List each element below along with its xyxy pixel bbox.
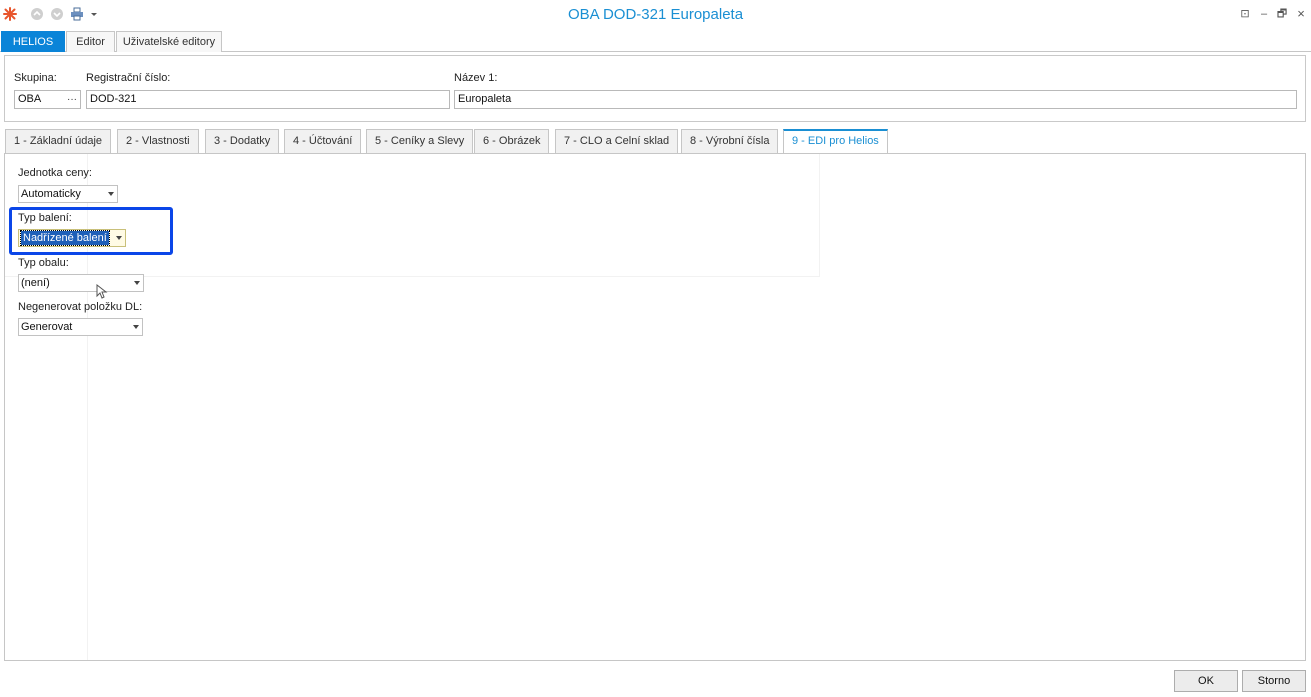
typ-obalu-value: (není)	[21, 277, 50, 289]
maximize-button[interactable]: 🗗	[1273, 6, 1291, 22]
tab-content-panel	[4, 153, 1306, 661]
chevron-down-icon[interactable]	[108, 192, 114, 196]
registracni-cislo-field[interactable]: DOD-321	[86, 90, 450, 109]
header-panel: Skupina: Registrační číslo: Název 1: OBA…	[4, 55, 1306, 122]
window-title: OBA DOD-321 Europaleta	[567, 6, 744, 23]
nazev-label: Název 1:	[454, 72, 498, 84]
jednotka-ceny-select[interactable]: Automaticky	[18, 185, 118, 203]
storno-button[interactable]: Storno	[1242, 670, 1306, 692]
restore-view-icon[interactable]: ⊡	[1236, 6, 1254, 22]
tab-uctovani[interactable]: 4 - Účtování	[284, 129, 362, 153]
tab-edi-pro-helios[interactable]: 9 - EDI pro Helios	[783, 129, 888, 154]
ribbon-tab-editor[interactable]: Editor	[66, 31, 115, 52]
jednotka-ceny-label: Jednotka ceny:	[18, 167, 92, 179]
tab-ceniky-a-slevy[interactable]: 5 - Ceníky a Slevy	[366, 129, 474, 153]
skupina-field[interactable]: OBA ···	[14, 90, 81, 109]
title-bar: OBA DOD-321 Europaleta ⊡ – 🗗 ×	[0, 0, 1311, 30]
typ-obalu-select[interactable]: (není)	[18, 274, 144, 292]
mouse-cursor-icon	[96, 284, 108, 299]
tab-dodatky[interactable]: 3 - Dodatky	[205, 129, 280, 153]
tab-zakladni-udaje[interactable]: 1 - Základní údaje	[5, 129, 112, 153]
highlight-box	[9, 207, 173, 255]
tab-clo-a-celni-sklad[interactable]: 7 - CLO a Celní sklad	[555, 129, 679, 153]
negenerovat-polozku-select[interactable]: Generovat	[18, 318, 143, 336]
grid-divider	[819, 154, 820, 277]
ribbon-tab-uzivatelske-editory[interactable]: Uživatelské editory	[116, 31, 222, 52]
skupina-value: OBA	[18, 93, 42, 105]
typ-obalu-label: Typ obalu:	[18, 257, 69, 269]
ribbon-tab-helios[interactable]: HELIOS	[1, 31, 65, 52]
ribbon-tabs: HELIOS Editor Uživatelské editory	[0, 31, 1311, 52]
registracni-cislo-label: Registrační číslo:	[86, 72, 171, 84]
nazev-field[interactable]: Europaleta	[454, 90, 1297, 109]
jednotka-ceny-value: Automaticky	[21, 188, 81, 200]
tab-obrazek[interactable]: 6 - Obrázek	[474, 129, 550, 153]
skupina-label: Skupina:	[14, 72, 57, 84]
ok-button[interactable]: OK	[1174, 670, 1238, 692]
negenerovat-polozku-label: Negenerovat položku DL:	[18, 301, 143, 313]
tab-vlastnosti[interactable]: 2 - Vlastnosti	[117, 129, 199, 153]
chevron-down-icon[interactable]	[134, 281, 140, 285]
close-button[interactable]: ×	[1292, 6, 1310, 22]
minimize-button[interactable]: –	[1255, 6, 1273, 22]
chevron-down-icon[interactable]	[133, 325, 139, 329]
negenerovat-polozku-value: Generovat	[21, 321, 73, 333]
tab-vyrobni-cisla[interactable]: 8 - Výrobní čísla	[681, 129, 779, 153]
skupina-browse-button[interactable]: ···	[67, 91, 77, 108]
